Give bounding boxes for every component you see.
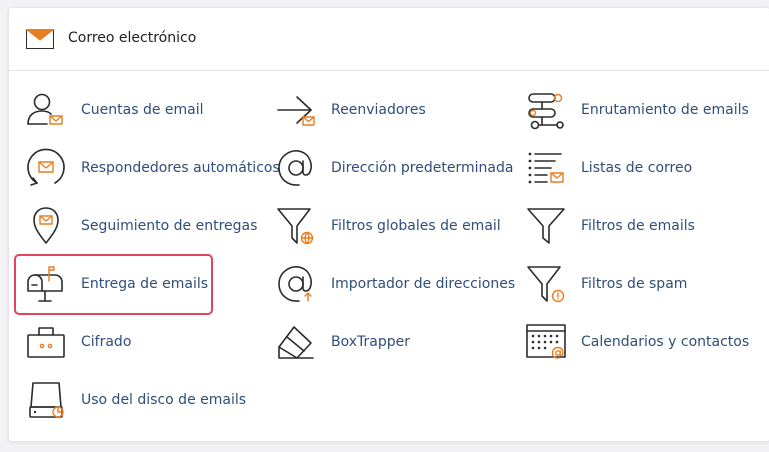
forward-arrow-icon <box>275 89 317 131</box>
filter-globe-icon <box>275 205 317 247</box>
email-filters-link[interactable]: Filtros de emails <box>525 203 695 249</box>
email-routing-link[interactable]: Enrutamiento de emails <box>525 87 749 133</box>
item-label: Calendarios y contactos <box>581 334 750 350</box>
user-email-icon <box>25 89 67 131</box>
map-pin-email-icon <box>25 205 67 247</box>
page-title: Correo electrónico <box>68 30 197 46</box>
calendar-at-icon <box>525 321 567 363</box>
item-label: Cifrado <box>81 334 132 350</box>
item-label: Filtros de spam <box>581 276 688 292</box>
track-delivery-link[interactable]: Seguimiento de entregas <box>25 203 257 249</box>
item-label: Uso del disco de emails <box>81 392 247 408</box>
email-disk-usage-link[interactable]: Uso del disco de emails <box>25 377 246 423</box>
mailing-lists-link[interactable]: Listas de correo <box>525 145 692 191</box>
autoresponders-link[interactable]: Respondedores automáticos <box>25 145 280 191</box>
encryption-link[interactable]: Cifrado <box>25 319 131 365</box>
boxtrapper-link[interactable]: BoxTrapper <box>275 319 410 365</box>
at-sign-icon <box>275 147 317 189</box>
item-label: Filtros globales de email <box>331 218 501 234</box>
briefcase-lock-icon <box>25 321 67 363</box>
email-accounts-link[interactable]: Cuentas de email <box>25 87 204 133</box>
item-label: Cuentas de email <box>81 102 204 118</box>
default-address-link[interactable]: Dirección predeterminada <box>275 145 513 191</box>
item-label: Reenviadores <box>331 102 426 118</box>
filter-alert-icon <box>525 263 567 305</box>
item-label: BoxTrapper <box>331 334 410 350</box>
mailing-list-icon <box>525 147 567 189</box>
item-label: Dirección predeterminada <box>331 160 514 176</box>
spam-filters-link[interactable]: Filtros de spam <box>525 261 687 307</box>
item-label: Enrutamiento de emails <box>581 102 749 118</box>
envelope-icon <box>25 29 55 49</box>
address-importer-link[interactable]: Importador de direcciones <box>275 261 515 307</box>
item-label: Listas de correo <box>581 160 693 176</box>
filter-icon <box>525 205 567 247</box>
item-label: Respondedores automáticos <box>81 160 280 176</box>
disk-usage-icon <box>25 379 67 421</box>
item-label: Entrega de emails <box>81 276 209 292</box>
email-deliverability-link[interactable]: Entrega de emails <box>25 261 208 307</box>
item-label: Importador de direcciones <box>331 276 516 292</box>
panel-header: Correo electrónico <box>9 8 769 71</box>
boxtrapper-icon <box>275 321 317 363</box>
autoresponder-icon <box>25 147 67 189</box>
forwarders-link[interactable]: Reenviadores <box>275 87 426 133</box>
at-import-icon <box>275 263 317 305</box>
item-label: Seguimiento de entregas <box>81 218 258 234</box>
global-email-filters-link[interactable]: Filtros globales de email <box>275 203 501 249</box>
mailbox-icon <box>25 263 67 305</box>
item-label: Filtros de emails <box>581 218 695 234</box>
routing-icon <box>525 89 567 131</box>
calendars-contacts-link[interactable]: Calendarios y contactos <box>525 319 749 365</box>
